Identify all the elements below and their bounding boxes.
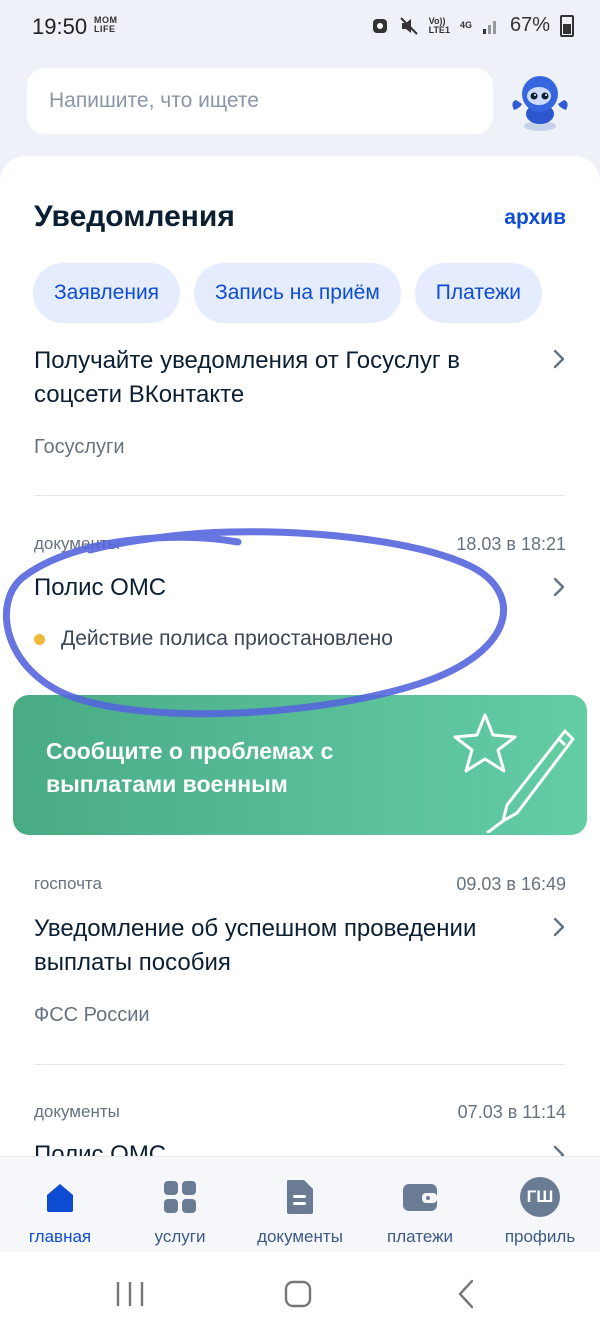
battery-icon bbox=[560, 14, 574, 37]
notification-category: госпочта bbox=[34, 874, 102, 893]
notification-source: Госуслуги bbox=[34, 436, 125, 458]
promo-text: Сообщите о проблемах с выплатами военным bbox=[46, 738, 334, 797]
filter-chips: Заявления Запись на приём Платежи bbox=[33, 263, 542, 323]
nav-payments[interactable]: платежи bbox=[360, 1157, 480, 1247]
chevron-right-icon bbox=[553, 1145, 565, 1156]
notification-date: 07.03 в 11:14 bbox=[457, 1102, 566, 1122]
notification-title: Полис ОМС bbox=[34, 1141, 167, 1156]
volte-indicator: Vo)) LTE1 bbox=[428, 15, 450, 35]
document-icon bbox=[280, 1177, 320, 1217]
promo-banner[interactable]: Сообщите о проблемах с выплатами военным bbox=[13, 695, 587, 835]
chip-appointments[interactable]: Запись на приём bbox=[194, 263, 401, 323]
nav-label: услуги bbox=[154, 1227, 206, 1246]
notification-item[interactable]: документы 07.03 в 11:14 Полис ОМС bbox=[34, 1102, 566, 1156]
nav-label: главная bbox=[28, 1227, 92, 1246]
assistant-robot-icon[interactable] bbox=[508, 70, 572, 134]
network-type: 4G bbox=[459, 20, 472, 30]
notification-category: документы bbox=[34, 1102, 120, 1121]
notification-item[interactable]: документы 18.03 в 18:21 Полис ОМС Действ… bbox=[34, 534, 566, 654]
chip-payments[interactable]: Платежи bbox=[414, 263, 542, 323]
archive-link[interactable]: архив bbox=[504, 206, 566, 230]
chevron-right-icon bbox=[553, 917, 565, 937]
notification-item[interactable]: госпочта 09.03 в 16:49 Уведомление об ус… bbox=[34, 874, 566, 1044]
search-box[interactable] bbox=[27, 68, 493, 134]
nav-label: документы bbox=[257, 1227, 343, 1246]
wallet-icon bbox=[400, 1177, 440, 1217]
search-input[interactable] bbox=[47, 88, 473, 114]
home-icon bbox=[40, 1177, 80, 1217]
divider bbox=[34, 495, 566, 496]
battery-percent: 67% bbox=[509, 14, 550, 36]
nav-documents[interactable]: документы bbox=[240, 1157, 360, 1247]
chip-applications[interactable]: Заявления bbox=[33, 263, 181, 323]
page-title: Уведомления bbox=[34, 200, 235, 233]
home-button-icon[interactable] bbox=[278, 1278, 318, 1310]
chevron-right-icon bbox=[553, 349, 565, 369]
chevron-right-icon bbox=[553, 577, 565, 597]
nav-services[interactable]: услуги bbox=[120, 1157, 240, 1247]
notification-title: Получайте уведомления от Госуслуг в соцс… bbox=[34, 347, 461, 408]
notification-date: 18.03 в 18:21 bbox=[456, 534, 566, 554]
recent-apps-icon[interactable] bbox=[110, 1278, 150, 1310]
notification-date: 09.03 в 16:49 bbox=[456, 874, 566, 894]
avatar: ГШ bbox=[520, 1177, 560, 1217]
notification-title: Полис ОМС bbox=[34, 574, 167, 601]
bottom-navigation: главная услуги документы платежи ГШ проф… bbox=[0, 1156, 600, 1253]
notification-title: Уведомление об успешном проведении выпла… bbox=[34, 915, 477, 976]
status-text: Действие полиса приостановлено bbox=[61, 627, 393, 650]
clock: 19:50 bbox=[32, 14, 88, 39]
status-icons: Vo)) LTE1 4G 67% bbox=[371, 14, 574, 37]
nav-profile[interactable]: ГШ профиль bbox=[480, 1157, 600, 1247]
grid-icon bbox=[160, 1177, 200, 1217]
profile-avatar: ГШ bbox=[520, 1177, 560, 1217]
notifications-card: Уведомления архив Заявления Запись на пр… bbox=[0, 156, 600, 1156]
nav-label: профиль bbox=[504, 1227, 576, 1246]
recycle-icon bbox=[372, 18, 387, 33]
star-pen-illustration-icon bbox=[453, 713, 575, 833]
mute-icon bbox=[399, 16, 418, 35]
nav-home[interactable]: главная bbox=[0, 1157, 120, 1247]
app-notification-badge: MOM LIFE bbox=[94, 15, 118, 34]
notification-item[interactable]: Получайте уведомления от Госуслуг в соцс… bbox=[34, 342, 566, 462]
back-icon[interactable] bbox=[446, 1278, 486, 1310]
status-bar: 19:50 MOM LIFE Vo)) LTE1 4G 67% bbox=[0, 0, 600, 56]
notification-category: документы bbox=[34, 534, 120, 553]
status-dot bbox=[34, 633, 45, 645]
signal-icon bbox=[482, 20, 496, 34]
notification-source: ФСС России bbox=[34, 1004, 150, 1026]
notification-status: Действие полиса приостановлено bbox=[34, 627, 393, 651]
divider bbox=[34, 1064, 566, 1065]
system-navigation-bar bbox=[0, 1252, 600, 1332]
nav-label: платежи bbox=[387, 1227, 453, 1246]
